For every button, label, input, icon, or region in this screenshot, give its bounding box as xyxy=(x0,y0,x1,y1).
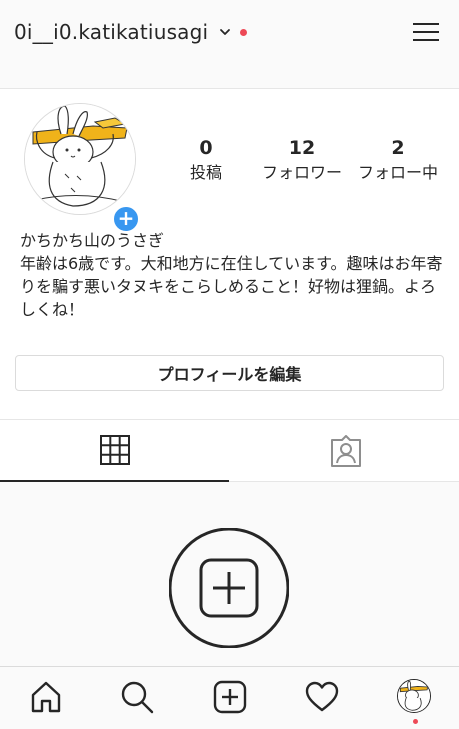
profile-name: かちかち山のうさぎ xyxy=(20,231,165,250)
posts-count-label: 投稿 xyxy=(189,163,222,182)
edit-profile-button[interactable]: プロフィールを編集 xyxy=(15,355,444,391)
profile-tabs xyxy=(0,419,459,482)
followers-count-value: 12 xyxy=(288,137,316,159)
tab-tagged[interactable] xyxy=(230,420,459,481)
grid-icon xyxy=(100,435,130,465)
hamburger-menu-icon[interactable] xyxy=(412,18,440,46)
profile-section: + 0 投稿 12 フォロワー 2 フォロー中 かちかち山のうさぎ 年齢は6歳で… xyxy=(0,89,459,419)
nav-activity[interactable] xyxy=(304,679,340,715)
profile-bio-text: 年齢は6歳です。大和地方に在住しています。趣味はお年寄りを騙す悪いタヌキをこらし… xyxy=(20,254,443,319)
nav-profile[interactable] xyxy=(397,679,433,724)
followers-count-label: フォロワー xyxy=(261,163,342,182)
search-icon xyxy=(121,681,154,714)
profile-avatar-icon xyxy=(397,679,431,713)
bottom-navigation xyxy=(0,666,459,729)
following-count[interactable]: 2 フォロー中 xyxy=(350,137,446,183)
nav-home[interactable] xyxy=(28,679,64,715)
notification-dot xyxy=(240,28,248,36)
tagged-person-icon xyxy=(331,435,361,467)
nav-new-post[interactable] xyxy=(212,679,248,715)
heart-icon xyxy=(305,681,339,712)
following-count-label: フォロー中 xyxy=(357,163,438,182)
new-post-icon xyxy=(213,680,247,714)
tab-grid[interactable] xyxy=(0,420,229,482)
add-post-circle-icon[interactable] xyxy=(169,528,289,648)
following-count-value: 2 xyxy=(391,137,405,159)
home-icon xyxy=(31,681,61,713)
rabbit-avatar-image xyxy=(24,103,136,215)
top-bar: 0i__i0.katikatiusagi xyxy=(0,0,459,89)
posts-count: 0 投稿 xyxy=(158,137,254,183)
username: 0i__i0.katikatiusagi xyxy=(14,20,209,44)
account-switcher[interactable]: 0i__i0.katikatiusagi xyxy=(14,20,248,44)
followers-count[interactable]: 12 フォロワー xyxy=(254,137,350,183)
nav-search[interactable] xyxy=(119,679,155,715)
profile-bio: かちかち山のうさぎ 年齢は6歳です。大和地方に在住しています。趣味はお年寄りを騙… xyxy=(20,229,445,321)
chevron-down-icon xyxy=(220,29,231,35)
posts-count-value: 0 xyxy=(199,137,213,159)
empty-posts-area xyxy=(0,482,459,666)
profile-avatar[interactable]: + xyxy=(24,103,140,233)
profile-notification-dot xyxy=(413,719,418,724)
